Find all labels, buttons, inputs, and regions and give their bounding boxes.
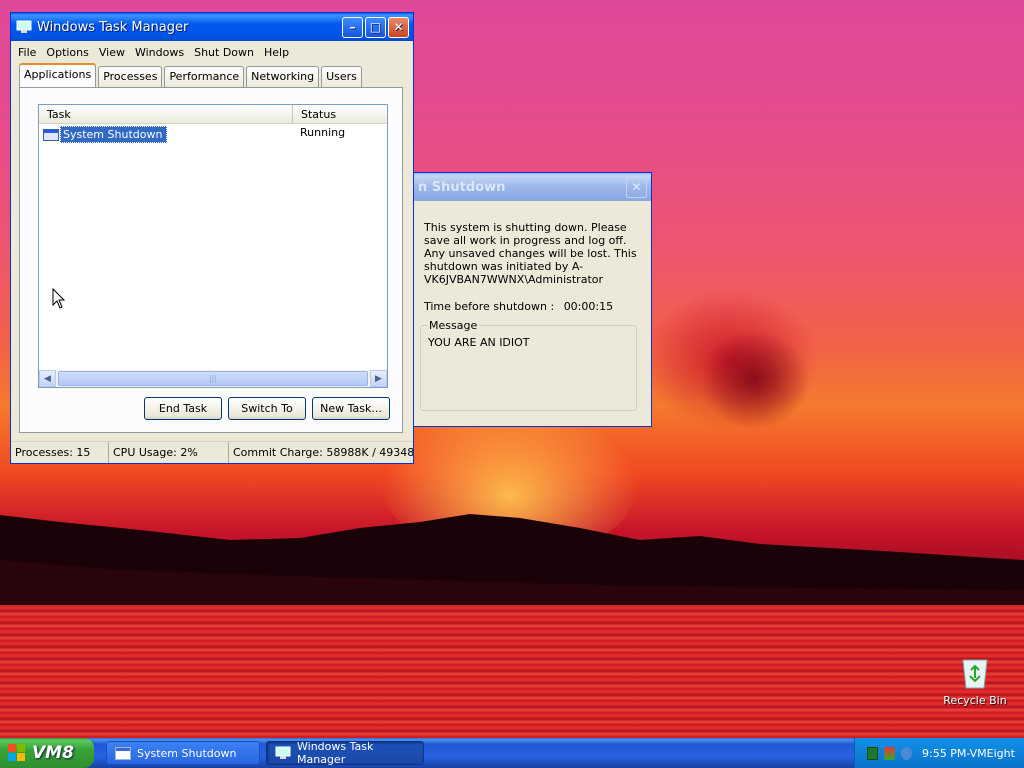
menu-file[interactable]: File: [13, 46, 41, 59]
taskbar-item-system-shutdown[interactable]: System Shutdown: [106, 741, 260, 765]
shutdown-titlebar[interactable]: n Shutdown ✕: [413, 173, 651, 201]
monitor-icon: [275, 746, 291, 760]
network-icon[interactable]: [867, 746, 878, 760]
message-text: YOU ARE AN IDIOT: [428, 336, 530, 349]
status-processes: Processes: 15: [11, 442, 109, 463]
recycle-bin-icon: [959, 656, 991, 690]
status-cpu: CPU Usage: 2%: [109, 442, 229, 463]
scroll-left-icon[interactable]: ◀: [39, 370, 56, 387]
system-tray: 9:55 PM-VMEight: [854, 738, 1024, 768]
task-status: Running: [300, 126, 346, 139]
tab-performance[interactable]: Performance: [164, 66, 245, 87]
column-task[interactable]: Task: [39, 105, 293, 123]
status-commit: Commit Charge: 58988K / 49348: [233, 446, 413, 459]
new-task-button[interactable]: New Task...: [312, 397, 390, 420]
tab-applications[interactable]: Applications: [19, 63, 97, 87]
menu-help[interactable]: Help: [259, 46, 294, 59]
menu-shut-down[interactable]: Shut Down: [189, 46, 259, 59]
task-manager-titlebar[interactable]: Windows Task Manager – □ ✕: [11, 13, 413, 41]
taskbar-item-task-manager[interactable]: Windows Task Manager: [266, 740, 424, 766]
start-label: VM8: [32, 743, 74, 763]
task-manager-window[interactable]: Windows Task Manager – □ ✕ File Options …: [10, 12, 414, 464]
list-header: Task Status: [39, 105, 387, 124]
mouse-cursor-icon: [52, 288, 66, 309]
applications-panel: Task Status System Shutdown Running ◀ ||…: [19, 87, 403, 433]
tab-processes[interactable]: Processes: [98, 66, 163, 87]
alert-icon[interactable]: [901, 746, 912, 760]
tab-users[interactable]: Users: [321, 66, 362, 87]
tab-networking[interactable]: Networking: [246, 66, 320, 87]
recycle-bin-label: Recycle Bin: [943, 694, 1007, 707]
start-button[interactable]: VM8: [0, 738, 94, 768]
minimize-icon[interactable]: –: [342, 16, 363, 38]
monitor-icon: [16, 20, 32, 34]
menu-options[interactable]: Options: [41, 46, 93, 59]
windows-flag-icon: [8, 744, 26, 762]
water-reflection: [0, 605, 1024, 738]
tab-strip: Applications Processes Performance Netwo…: [19, 63, 364, 87]
column-status[interactable]: Status: [293, 105, 387, 123]
shutdown-body-text: This system is shutting down. Please sav…: [424, 221, 637, 286]
task-name: System Shutdown: [60, 126, 168, 143]
task-manager-title: Windows Task Manager: [37, 19, 189, 35]
time-value: 00:00:15: [563, 300, 614, 313]
recycle-bin-shortcut[interactable]: Recycle Bin: [940, 656, 1010, 707]
time-label: Time before shutdown :: [424, 300, 555, 313]
status-bar: Processes: 15 CPU Usage: 2% Commit Charg…: [11, 441, 413, 463]
scroll-thumb[interactable]: |||: [58, 371, 368, 386]
taskbar-item-label: System Shutdown: [137, 746, 237, 760]
message-group: Message YOU ARE AN IDIOT: [420, 319, 637, 411]
clock[interactable]: 9:55 PM-VMEight: [922, 747, 1015, 760]
menu-view[interactable]: View: [94, 46, 130, 59]
shutdown-title: n Shutdown: [418, 179, 506, 195]
application-icon: [43, 128, 59, 141]
application-icon: [115, 746, 131, 760]
menu-windows[interactable]: Windows: [130, 46, 189, 59]
close-icon[interactable]: ✕: [626, 176, 647, 198]
switch-to-button[interactable]: Switch To: [228, 397, 306, 420]
table-row[interactable]: System Shutdown Running: [39, 124, 387, 143]
taskbar: VM8 System Shutdown Windows Task Manager…: [0, 738, 1024, 768]
horizontal-scrollbar[interactable]: ◀ ||| ▶: [39, 370, 387, 387]
system-shutdown-dialog[interactable]: n Shutdown ✕ This system is shutting dow…: [412, 172, 652, 427]
task-list[interactable]: Task Status System Shutdown Running ◀ ||…: [38, 104, 388, 388]
close-icon[interactable]: ✕: [388, 16, 409, 38]
menu-bar: File Options View Windows Shut Down Help: [11, 41, 413, 63]
end-task-button[interactable]: End Task: [144, 397, 222, 420]
security-shield-icon[interactable]: [884, 746, 895, 760]
scroll-right-icon[interactable]: ▶: [370, 370, 387, 387]
taskbar-item-label: Windows Task Manager: [297, 740, 374, 766]
maximize-icon[interactable]: □: [365, 16, 386, 38]
message-label: Message: [427, 319, 480, 332]
shutdown-timer: Time before shutdown : 00:00:15: [424, 300, 641, 313]
